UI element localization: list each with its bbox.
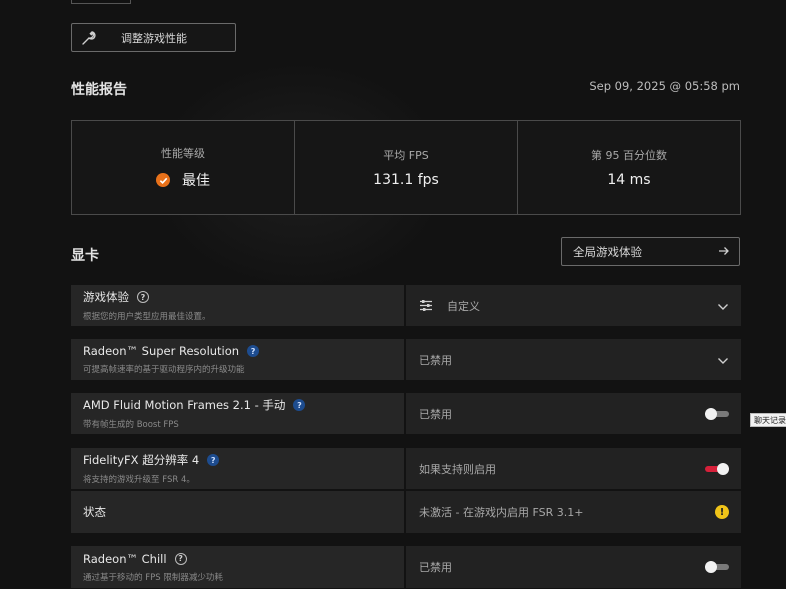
setting-title: 游戏体验 xyxy=(83,290,129,304)
sliders-icon xyxy=(419,299,433,312)
setting-value: 已禁用 xyxy=(419,407,452,421)
setting-title: 状态 xyxy=(83,505,106,519)
setting-description: 根据您的用户类型应用最佳设置。 xyxy=(83,312,211,322)
chat-history-tab[interactable]: 聊天记录 xyxy=(750,413,786,427)
setting-description: 通过基于移动的 FPS 限制器减少功耗 xyxy=(83,572,223,583)
setting-description: 带有帧生成的 Boost FPS xyxy=(83,420,179,430)
chevron-down-icon xyxy=(717,296,729,315)
stat-value: 14 ms xyxy=(607,172,651,188)
stat-95th-percentile: 第 95 百分位数 14 ms xyxy=(518,121,740,214)
setting-title: Radeon™ Chill xyxy=(83,551,167,566)
performance-report-title: 性能报告 xyxy=(71,82,127,98)
setting-description: 可提高帧速率的基于驱动程序内的升级功能 xyxy=(83,365,245,375)
chevron-down-icon xyxy=(717,350,729,369)
fluid-motion-frames-toggle[interactable] xyxy=(705,407,729,420)
radeon-super-resolution-dropdown[interactable]: 已禁用 xyxy=(406,339,741,380)
setting-title: FidelityFX 超分辨率 4 xyxy=(83,453,200,467)
setting-row-fluid-motion-frames: AMD Fluid Motion Frames 2.1 - 手动 ? 带有帧生成… xyxy=(71,393,741,434)
tune-game-performance-button[interactable]: 调整游戏性能 xyxy=(71,23,236,52)
fsr4-toggle[interactable] xyxy=(705,462,729,475)
wrench-icon xyxy=(79,28,99,48)
report-timestamp: Sep 09, 2025 @ 05:58 pm xyxy=(589,79,740,93)
radeon-chill-toggle[interactable] xyxy=(705,561,729,573)
stat-label: 第 95 百分位数 xyxy=(591,149,667,162)
check-circle-icon xyxy=(156,173,170,187)
help-icon[interactable]: ? xyxy=(137,291,149,303)
stat-label: 平均 FPS xyxy=(383,149,429,162)
help-icon[interactable]: ? xyxy=(207,454,220,466)
global-gaming-experience-button[interactable]: 全局游戏体验 xyxy=(561,237,740,266)
top-edge-fragment xyxy=(71,0,131,4)
gpu-section-title: 显卡 xyxy=(71,248,99,264)
stat-value: 最佳 xyxy=(182,173,210,189)
stat-performance-level: 性能等级 最佳 xyxy=(72,121,295,214)
help-icon[interactable]: ? xyxy=(174,552,187,565)
status-value: 未激活 - 在游戏内启用 FSR 3.1+ xyxy=(419,506,584,519)
setting-row-fsr4: FidelityFX 超分辨率 4 ? 将支持的游戏升级至 FSR 4。 如果支… xyxy=(71,448,741,489)
setting-row-gaming-experience: 游戏体验 ? 根据您的用户类型应用最佳设置。 自定义 xyxy=(71,285,741,326)
setting-value: 如果支持则启用 xyxy=(419,462,496,476)
setting-value: 已禁用 xyxy=(419,561,452,574)
setting-title: AMD Fluid Motion Frames 2.1 - 手动 xyxy=(83,398,286,412)
setting-row-radeon-chill: Radeon™ Chill ? 通过基于移动的 FPS 限制器减少功耗 已禁用 xyxy=(71,546,741,588)
setting-row-status: 状态 未激活 - 在游戏内启用 FSR 3.1+ ! xyxy=(71,491,741,533)
help-icon[interactable]: ? xyxy=(247,345,260,357)
tune-game-performance-label: 调整游戏性能 xyxy=(121,31,187,45)
setting-row-radeon-super-resolution: Radeon™ Super Resolution ? 可提高帧速率的基于驱动程序… xyxy=(71,339,741,380)
warning-icon[interactable]: ! xyxy=(715,505,729,519)
gaming-experience-dropdown[interactable]: 自定义 xyxy=(406,285,741,326)
arrow-right-icon xyxy=(718,242,730,261)
setting-value: 自定义 xyxy=(447,299,480,313)
stat-value: 131.1 fps xyxy=(373,172,439,188)
setting-value: 已禁用 xyxy=(419,353,452,367)
help-icon[interactable]: ? xyxy=(293,399,306,411)
performance-stats-panel: 性能等级 最佳 平均 FPS 131.1 fps 第 95 百分位数 14 ms xyxy=(71,120,741,215)
setting-description: 将支持的游戏升级至 FSR 4。 xyxy=(83,475,195,485)
stat-label: 性能等级 xyxy=(161,147,205,160)
setting-title: Radeon™ Super Resolution xyxy=(83,344,240,358)
global-gaming-experience-label: 全局游戏体验 xyxy=(573,244,642,259)
stat-average-fps: 平均 FPS 131.1 fps xyxy=(295,121,518,214)
